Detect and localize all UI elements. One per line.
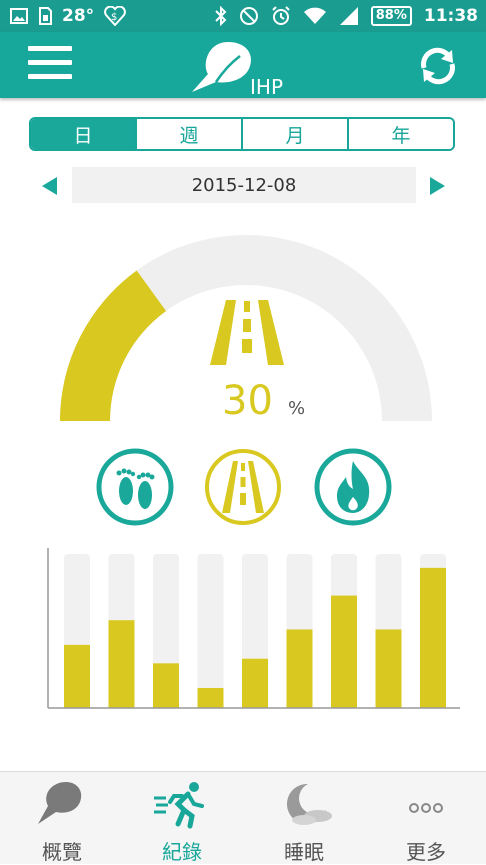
chart-bar (197, 687, 224, 708)
battery-indicator: 88% (370, 6, 412, 26)
menu-button[interactable] (28, 46, 72, 82)
sync-icon (421, 47, 455, 85)
distance-button[interactable] (203, 447, 283, 527)
chart-bar (286, 629, 313, 708)
nav-overview-label: 概覽 (42, 840, 82, 864)
running-icon (154, 782, 204, 829)
period-selector: 日 週 月 年 (29, 117, 455, 151)
sim-card-icon (39, 7, 52, 25)
tab-month[interactable]: 月 (241, 119, 347, 149)
percent-unit: % (288, 398, 306, 419)
nav-sleep[interactable]: 睡眠 (244, 772, 364, 864)
nav-records[interactable]: 紀錄 (122, 772, 242, 864)
app-logo: IHP (188, 40, 298, 99)
tab-day[interactable]: 日 (31, 119, 135, 149)
previous-date-button[interactable] (38, 175, 60, 197)
chart-bar (375, 629, 402, 708)
do-not-disturb-icon (239, 7, 258, 25)
logo-text: IHP (250, 75, 283, 96)
chart-bar-track (197, 554, 224, 708)
tab-week[interactable]: 週 (135, 119, 241, 149)
wifi-icon (303, 7, 326, 24)
nav-more[interactable]: 更多 (366, 772, 486, 864)
status-bar: 28° $ 88% 11:38 (0, 0, 486, 32)
chart-bar (331, 595, 357, 708)
image-icon (10, 8, 28, 24)
sleep-moon-icon (286, 783, 332, 825)
temperature-text: 28° (62, 6, 95, 26)
calories-icon (314, 448, 392, 526)
road-icon (210, 300, 284, 365)
gauge-fill (60, 270, 167, 421)
app-bar: IHP (0, 32, 486, 99)
sync-button[interactable] (416, 46, 460, 86)
distance-icon (205, 449, 281, 525)
signal-icon (339, 7, 358, 25)
more-dots-icon (409, 803, 443, 813)
app-badge-icon: $ (104, 6, 127, 26)
steps-button[interactable] (95, 447, 175, 527)
chart-bar (420, 567, 446, 708)
tab-year[interactable]: 年 (347, 119, 453, 149)
calories-button[interactable] (313, 447, 393, 527)
chart-bar (64, 644, 90, 708)
alarm-icon (272, 6, 290, 25)
chart-bar (242, 658, 268, 708)
bottom-navigation: 概覽 紀錄 睡眠 更多 (0, 771, 486, 864)
chart-bar (108, 620, 135, 708)
clock-text: 11:38 (423, 6, 478, 26)
chart-bar (153, 663, 179, 708)
nav-sleep-label: 睡眠 (284, 840, 324, 864)
nav-overview[interactable]: 概覽 (2, 772, 122, 864)
next-date-button[interactable] (427, 175, 449, 197)
activity-bar-chart (47, 548, 460, 709)
percent-value: 30 (222, 378, 273, 424)
svg-text:$: $ (111, 12, 117, 23)
nav-records-label: 紀錄 (162, 840, 202, 864)
bluetooth-icon (215, 6, 227, 26)
nav-more-label: 更多 (406, 840, 446, 864)
steps-icon (96, 448, 174, 526)
current-date: 2015-12-08 (72, 167, 416, 203)
menu-icon (28, 46, 72, 79)
overview-icon (38, 782, 82, 824)
